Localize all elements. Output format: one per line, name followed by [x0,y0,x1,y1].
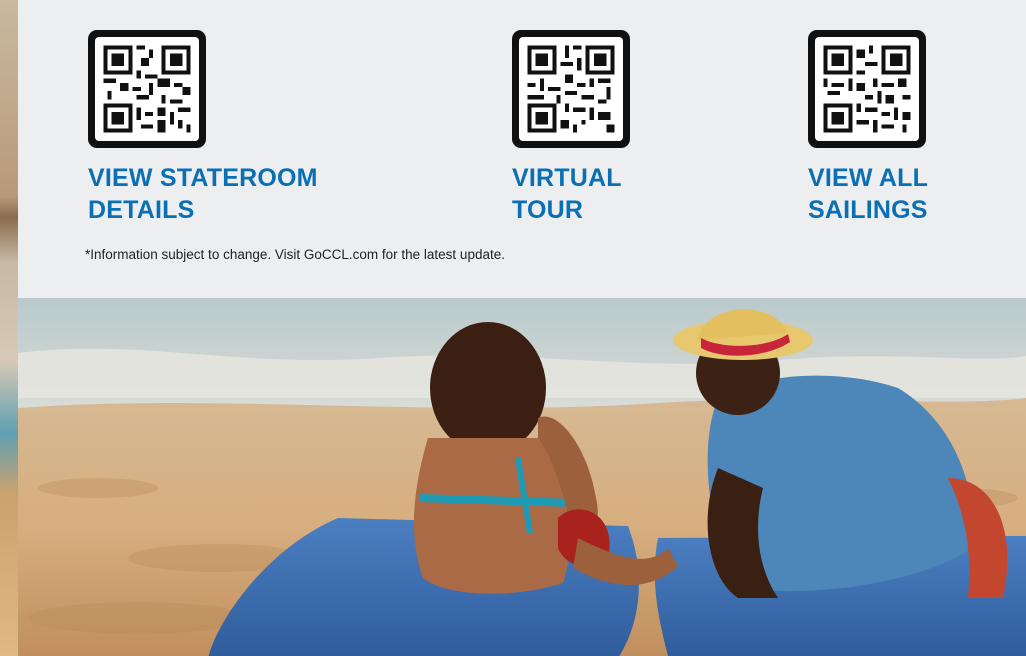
link-line: VIEW ALL [808,164,929,192]
link-line: VIRTUAL [512,164,622,192]
qr-block-virtual-tour: VIRTUAL TOUR [512,30,630,226]
link-line: TOUR [512,196,584,224]
disclaimer-text: *Information subject to change. Visit Go… [85,247,505,262]
link-line: DETAILS [88,196,195,224]
virtual-tour-link[interactable]: VIRTUAL TOUR [512,162,630,226]
view-all-sailings-link[interactable]: VIEW ALL SAILINGS [808,162,928,226]
beach-scene-illustration [18,298,1026,656]
qr-block-all-sailings: VIEW ALL SAILINGS [808,30,928,226]
qr-code-icon[interactable] [512,30,630,148]
qr-block-stateroom: VIEW STATEROOM DETAILS [88,30,318,226]
previous-page-photo-edge [0,0,18,656]
qr-code-icon[interactable] [808,30,926,148]
view-stateroom-details-link[interactable]: VIEW STATEROOM DETAILS [88,162,318,226]
link-line: VIEW STATEROOM [88,164,318,192]
link-line: SAILINGS [808,196,928,224]
qr-code-panel: VIEW STATEROOM DETAILS VIRTUAL TOUR VIEW… [18,0,1026,298]
beach-couple-photo [18,298,1026,656]
qr-code-icon[interactable] [88,30,206,148]
